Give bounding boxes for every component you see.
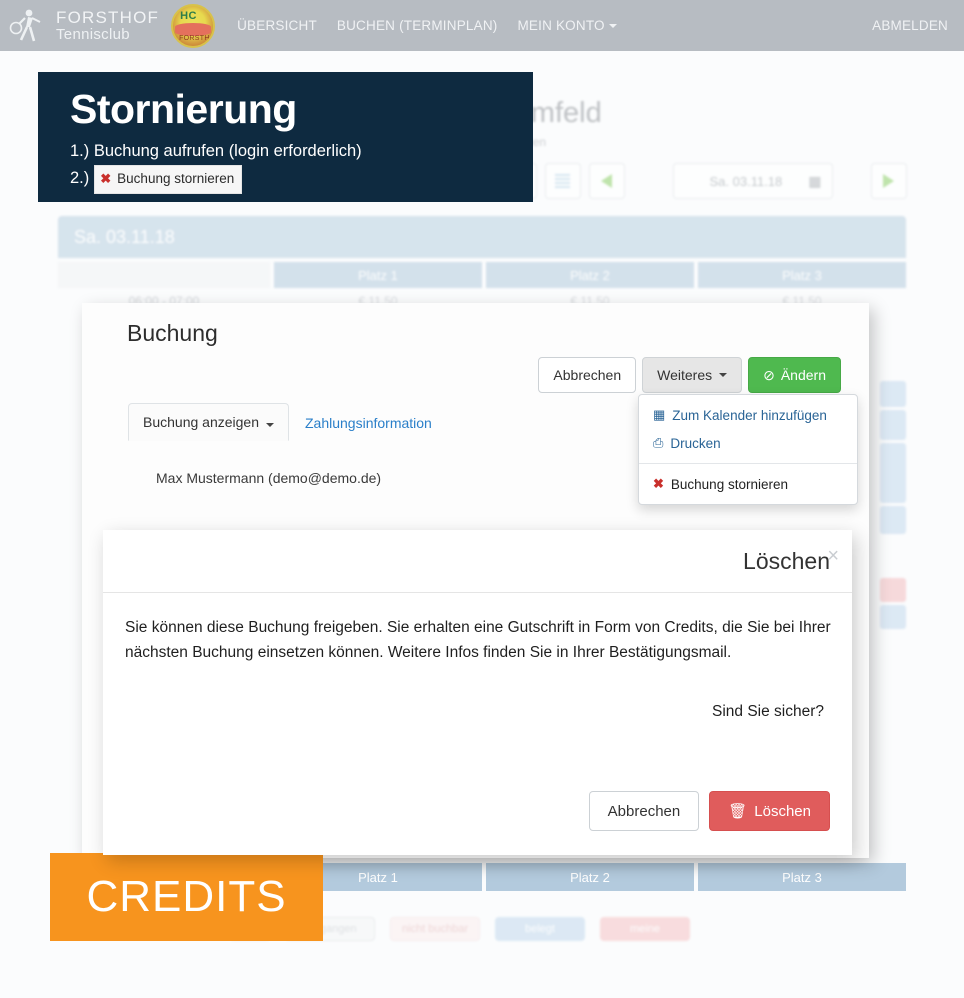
date-input[interactable]: Sa. 03.11.18 ▦: [672, 163, 833, 199]
legend-nicht-buchbar: nicht buchbar: [390, 917, 480, 941]
date-value: Sa. 03.11.18: [709, 173, 783, 189]
buchung-action-buttons: Abbrechen Weiteres ⊘ Ändern: [538, 357, 841, 393]
arrow-left-icon: [601, 174, 612, 188]
legend-belegt: belegt: [495, 917, 585, 941]
banner-step-2-chip: ✖ Buchung stornieren: [94, 164, 243, 194]
brand-text: FORSTHOF Tennisclub: [56, 9, 159, 42]
tab-buchung-anzeigen-label: Buchung anzeigen: [143, 414, 259, 430]
slot-meine[interactable]: [880, 578, 906, 602]
brand-line-forsthof: FORSTHOF: [56, 8, 160, 28]
page-root: FORSTHOF Tennisclub HC FORSTHOF ÜBERSICH…: [0, 0, 964, 998]
arrow-right-icon: [883, 174, 894, 188]
weiteres-dropdown-menu: ▦ Zum Kalender hinzufügen ⎙ Drucken ✖ Bu…: [638, 394, 858, 505]
chevron-down-icon: [719, 373, 728, 377]
stornierung-banner: Stornierung 1.) Buchung aufrufen (login …: [38, 72, 533, 202]
logout-link[interactable]: ABMELDEN: [872, 18, 948, 33]
credits-label: CREDITS: [86, 872, 287, 921]
modal-delete-button[interactable]: 🗑 Löschen: [709, 791, 830, 831]
modal-cancel-button[interactable]: Abbrechen: [588, 791, 700, 831]
list-view-button[interactable]: [544, 163, 581, 199]
previous-day-button[interactable]: [588, 163, 625, 199]
slot-belegt[interactable]: [880, 410, 906, 440]
tab-buchung-anzeigen[interactable]: Buchung anzeigen: [128, 403, 289, 441]
schedule-toolbar: s Sa. 03.11.18 ▦: [500, 163, 907, 199]
tab-zahlungsinformation[interactable]: Zahlungsinformation: [289, 405, 448, 441]
cancel-button[interactable]: Abbrechen: [538, 357, 637, 393]
aendern-button[interactable]: ⊘ Ändern: [748, 357, 841, 393]
calendar-icon: ▦: [653, 407, 666, 422]
modal-title: Löschen: [743, 547, 830, 574]
x-icon: ✖: [100, 171, 112, 186]
menu-item-drucken[interactable]: ⎙ Drucken: [639, 429, 857, 457]
brand-logo[interactable]: FORSTHOF Tennisclub HC FORSTHOF: [0, 3, 216, 48]
top-navbar: FORSTHOF Tennisclub HC FORSTHOF ÜBERSICH…: [0, 0, 964, 51]
banner-title: Stornierung: [70, 86, 297, 132]
modal-header: Löschen ×: [103, 530, 852, 593]
schedule-col-platz-2: Platz 2: [486, 262, 694, 288]
modal-confirm-question: Sind Sie sicher?: [711, 703, 824, 721]
trash-icon: 🗑: [728, 803, 748, 820]
nav-item-mein-konto[interactable]: MEIN KONTO: [517, 18, 617, 33]
menu-item-zum-kalender[interactable]: ▦ Zum Kalender hinzufügen: [639, 401, 857, 429]
weiteres-dropdown-button[interactable]: Weiteres: [642, 357, 743, 393]
aendern-label: Ändern: [780, 367, 826, 383]
slot-belegt[interactable]: [880, 443, 906, 503]
booked-slot-strip: [880, 381, 906, 632]
schedule-col-platz-1: Platz 1: [274, 262, 482, 288]
schedule-table: Sa. 03.11.18 Platz 1 Platz 2 Platz 3 06:…: [58, 216, 906, 312]
buchung-panel-title: Buchung: [127, 320, 218, 346]
schedule-footer-platz-3: Platz 3: [698, 863, 906, 891]
emblem-bottom-text: FORSTHOF: [179, 34, 216, 42]
nav-item-mein-konto-label: MEIN KONTO: [517, 18, 605, 33]
modal-delete-label: Löschen: [754, 802, 811, 820]
slot-belegt[interactable]: [880, 605, 906, 629]
loeschen-modal: Löschen × Sie können diese Buchung freig…: [103, 530, 852, 855]
modal-body: Sie können diese Buchung freigeben. Sie …: [103, 593, 852, 721]
weiteres-label: Weiteres: [657, 367, 713, 383]
banner-step-2: 2.) ✖ Buchung stornieren: [70, 164, 533, 194]
modal-footer: Abbrechen 🗑 Löschen: [588, 791, 830, 831]
next-day-button[interactable]: [870, 163, 907, 199]
chevron-down-icon: [608, 24, 617, 29]
schedule-column-headers: Platz 1 Platz 2 Platz 3: [58, 262, 906, 288]
menu-item-stornieren-label: Buchung stornieren: [670, 476, 788, 492]
schedule-footer-platz-2: Platz 2: [486, 863, 694, 891]
buchung-tabs: Buchung anzeigen Zahlungsinformation: [128, 403, 448, 441]
modal-body-text: Sie können diese Buchung freigeben. Sie …: [125, 619, 831, 662]
calendar-icon: ▦: [808, 172, 822, 189]
nav-item-buchen[interactable]: BUCHEN (TERMINPLAN): [337, 18, 498, 33]
menu-divider: [639, 463, 857, 464]
nav-items: ÜBERSICHT BUCHEN (TERMINPLAN) MEIN KONTO: [237, 18, 617, 33]
printer-icon: ⎙: [653, 435, 664, 450]
schedule-day-header: Sa. 03.11.18: [58, 216, 906, 258]
slot-belegt[interactable]: [880, 506, 906, 534]
list-icon: [555, 174, 570, 188]
x-icon: ✖: [653, 476, 664, 491]
club-emblem-icon: HC FORSTHOF: [171, 3, 216, 48]
slot-empty: [880, 537, 906, 575]
banner-step-2-chip-label: Buchung stornieren: [117, 170, 235, 186]
menu-item-buchung-stornieren[interactable]: ✖ Buchung stornieren: [639, 470, 857, 498]
tennis-player-icon: [8, 4, 50, 48]
credits-badge: CREDITS: [50, 853, 323, 941]
schedule-corner-cell: [58, 262, 270, 288]
menu-item-zum-kalender-label: Zum Kalender hinzufügen: [672, 407, 827, 423]
menu-item-drucken-label: Drucken: [670, 435, 721, 451]
banner-step-2-number: 2.): [70, 169, 90, 188]
close-icon[interactable]: ×: [827, 546, 839, 566]
slot-belegt[interactable]: [880, 381, 906, 407]
banner-step-1: 1.) Buchung aufrufen (login erforderlich…: [70, 142, 362, 161]
brand-line-tennisclub: Tennisclub: [56, 25, 130, 43]
chevron-down-icon: [266, 423, 274, 427]
emblem-top-text: HC: [180, 9, 197, 22]
booking-user-name: Max Mustermann (demo@demo.de): [156, 470, 382, 486]
nav-item-uebersicht[interactable]: ÜBERSICHT: [237, 18, 317, 33]
schedule-col-platz-3: Platz 3: [698, 262, 906, 288]
nav-right: ABMELDEN: [872, 17, 964, 35]
legend-meine: meine: [600, 917, 690, 941]
check-circle-icon: ⊘: [763, 366, 775, 383]
